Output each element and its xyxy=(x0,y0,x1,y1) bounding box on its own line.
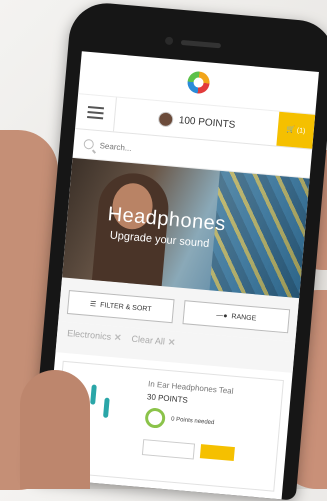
search-input[interactable] xyxy=(99,140,250,163)
add-to-cart-button[interactable] xyxy=(199,444,235,462)
product-info: In Ear Headphones Teal 30 POINTS 0 Point… xyxy=(134,369,283,491)
avatar xyxy=(157,110,174,127)
cart-button[interactable]: 🛒 (1) xyxy=(276,111,316,149)
range-label: RANGE xyxy=(231,312,257,322)
product-actions xyxy=(141,439,271,466)
clear-all-link[interactable]: Clear All ✕ xyxy=(131,334,176,349)
points-label: 100 POINTS xyxy=(178,114,236,131)
points-needed-label: 0 Points needed xyxy=(170,416,215,427)
brand-logo[interactable] xyxy=(186,70,211,95)
close-icon[interactable]: ✕ xyxy=(167,337,175,348)
filter-sort-button[interactable]: ☰ FILTER & SORT xyxy=(66,290,175,324)
search-icon xyxy=(83,138,95,150)
close-icon[interactable]: ✕ xyxy=(114,332,122,343)
range-slider-icon: —● xyxy=(215,311,228,320)
filter-sort-label: FILTER & SORT xyxy=(99,301,152,313)
points-needed-row: 0 Points needed xyxy=(144,407,273,438)
range-button[interactable]: —● RANGE xyxy=(182,300,291,334)
cart-icon: 🛒 xyxy=(285,126,296,135)
filter-chip-label: Electronics xyxy=(66,328,112,342)
camera-icon xyxy=(164,36,174,46)
progress-ring-icon xyxy=(144,407,166,429)
earbud-right xyxy=(103,397,110,418)
hand-thumb xyxy=(20,370,90,489)
sliders-icon: ☰ xyxy=(89,300,97,309)
filter-chip-electronics[interactable]: Electronics ✕ xyxy=(67,328,122,344)
menu-icon[interactable] xyxy=(75,94,117,132)
earbud-left xyxy=(90,384,97,405)
cart-count: (1) xyxy=(296,126,306,135)
clear-all-label: Clear All xyxy=(131,333,166,347)
hero-banner: Headphones Upgrade your sound xyxy=(62,157,310,299)
speaker-grille xyxy=(180,39,222,49)
quantity-selector[interactable] xyxy=(141,439,196,460)
